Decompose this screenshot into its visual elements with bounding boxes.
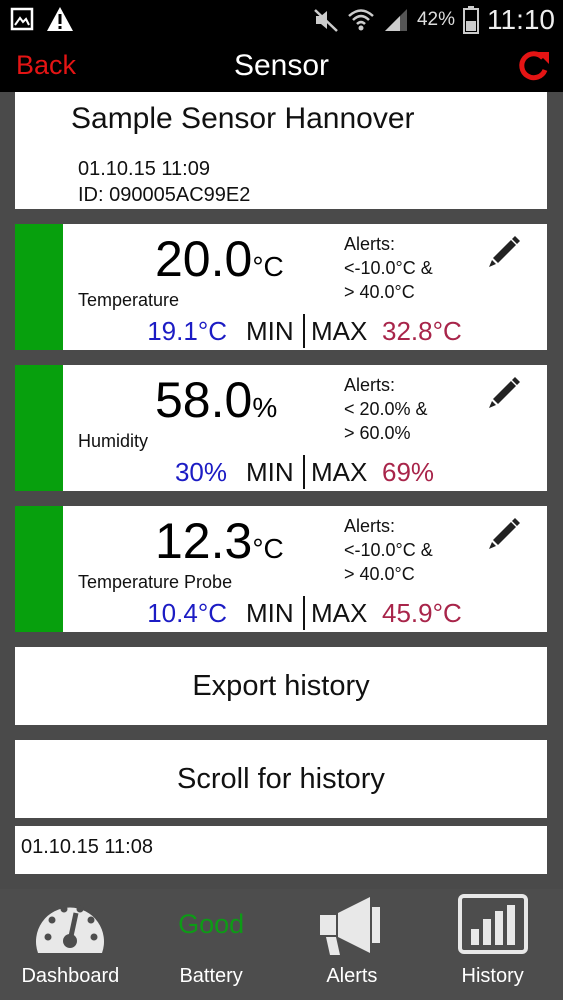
reading-value: 12.3°C [155, 513, 284, 569]
alert-thresholds: Alerts: <-10.0°C & > 40.0°C [344, 514, 433, 586]
status-bar: 42% 11:10 [0, 0, 563, 40]
pencil-icon[interactable] [485, 232, 523, 270]
divider [303, 314, 305, 348]
alert-low: <-10.0°C & [344, 258, 433, 278]
max-value: 45.9°C [382, 598, 462, 628]
alerts-title: Alerts: [344, 375, 396, 395]
alert-low: <-10.0°C & [344, 540, 433, 560]
sensor-header-card: Sample Sensor Hannover 01.10.15 11:09 ID… [15, 92, 547, 209]
min-max-row: 10.4°C MIN MAX 45.9°C [15, 596, 547, 630]
reading-unit: % [252, 392, 278, 423]
max-label: MAX [311, 598, 368, 628]
content-area[interactable]: Sample Sensor Hannover 01.10.15 11:09 ID… [0, 92, 563, 889]
alert-low: < 20.0% & [344, 399, 428, 419]
tab-label: Dashboard [21, 965, 120, 987]
max-label: MAX [311, 316, 368, 346]
reading-unit: °C [252, 251, 284, 282]
battery-status: Good [178, 909, 245, 939]
signal-icon [384, 9, 407, 31]
alert-high: > 40.0°C [344, 564, 415, 584]
reading-card-temperature: 20.0°C Temperature Alerts: <-10.0°C & > … [15, 224, 547, 350]
refresh-icon[interactable] [515, 48, 551, 84]
min-max-row: 30% MIN MAX 69% [15, 455, 547, 489]
clock: 11:10 [487, 4, 555, 35]
min-label: MIN [246, 316, 294, 346]
sensor-id: ID: 090005AC99E2 [78, 184, 251, 206]
sensor-name: Sample Sensor Hannover [71, 102, 415, 135]
bar-chart-icon [457, 894, 528, 954]
min-label: MIN [246, 598, 294, 628]
alert-thresholds: Alerts: < 20.0% & > 60.0% [344, 373, 428, 445]
nav-bar: Back Sensor [0, 40, 563, 92]
reading-value: 20.0°C [155, 231, 284, 287]
status-right: 42% 11:10 [313, 4, 555, 36]
tab-alerts[interactable]: Alerts [282, 889, 423, 1000]
reading-label: Temperature [78, 290, 180, 310]
divider [303, 596, 305, 630]
alert-high: > 60.0% [344, 423, 411, 443]
megaphone-icon [319, 897, 380, 955]
tab-label: Battery [179, 965, 243, 987]
tab-label: Alerts [326, 965, 378, 987]
tab-battery[interactable]: Good Battery [141, 889, 282, 1000]
min-value: 19.1°C [147, 316, 227, 346]
sensor-timestamp: 01.10.15 11:09 [78, 158, 210, 180]
reading-unit: °C [252, 533, 284, 564]
min-label: MIN [246, 457, 294, 487]
battery-icon [463, 6, 479, 34]
tab-dashboard[interactable]: Dashboard [0, 889, 141, 1000]
tab-history[interactable]: History [422, 889, 563, 1000]
min-max-row: 19.1°C MIN MAX 32.8°C [15, 314, 547, 348]
mute-icon [314, 9, 338, 32]
tab-bar: Dashboard Good Battery Alerts History [0, 889, 563, 1000]
page-title: Sensor [233, 49, 330, 82]
min-value: 10.4°C [147, 598, 227, 628]
image-icon [10, 7, 34, 31]
reading-card-temperature-probe: 12.3°C Temperature Probe Alerts: <-10.0°… [15, 506, 547, 632]
gauge-icon [36, 905, 105, 953]
min-value: 30% [174, 457, 227, 487]
battery-percent: 42% [416, 9, 455, 30]
scroll-history-button[interactable]: Scroll for history [15, 740, 547, 818]
divider [303, 455, 305, 489]
tab-label: History [461, 965, 524, 987]
alert-high: > 40.0°C [344, 282, 415, 302]
alerts-title: Alerts: [344, 516, 396, 536]
status-left [10, 6, 74, 32]
alerts-title: Alerts: [344, 234, 396, 254]
reading-value: 58.0% [155, 372, 278, 428]
history-entry: 01.10.15 11:08 [21, 836, 153, 858]
max-label: MAX [311, 457, 368, 487]
reading-label: Humidity [78, 431, 149, 451]
wifi-icon [348, 9, 374, 31]
history-list[interactable]: 01.10.15 11:08 [15, 826, 547, 874]
reading-label: Temperature Probe [78, 572, 233, 592]
pencil-icon[interactable] [485, 373, 523, 411]
max-value: 69% [382, 457, 435, 487]
pencil-icon[interactable] [485, 514, 523, 552]
alert-thresholds: Alerts: <-10.0°C & > 40.0°C [344, 232, 433, 304]
warning-icon [47, 7, 73, 31]
max-value: 32.8°C [382, 316, 462, 346]
export-history-button[interactable]: Export history [15, 647, 547, 725]
reading-card-humidity: 58.0% Humidity Alerts: < 20.0% & > 60.0%… [15, 365, 547, 491]
